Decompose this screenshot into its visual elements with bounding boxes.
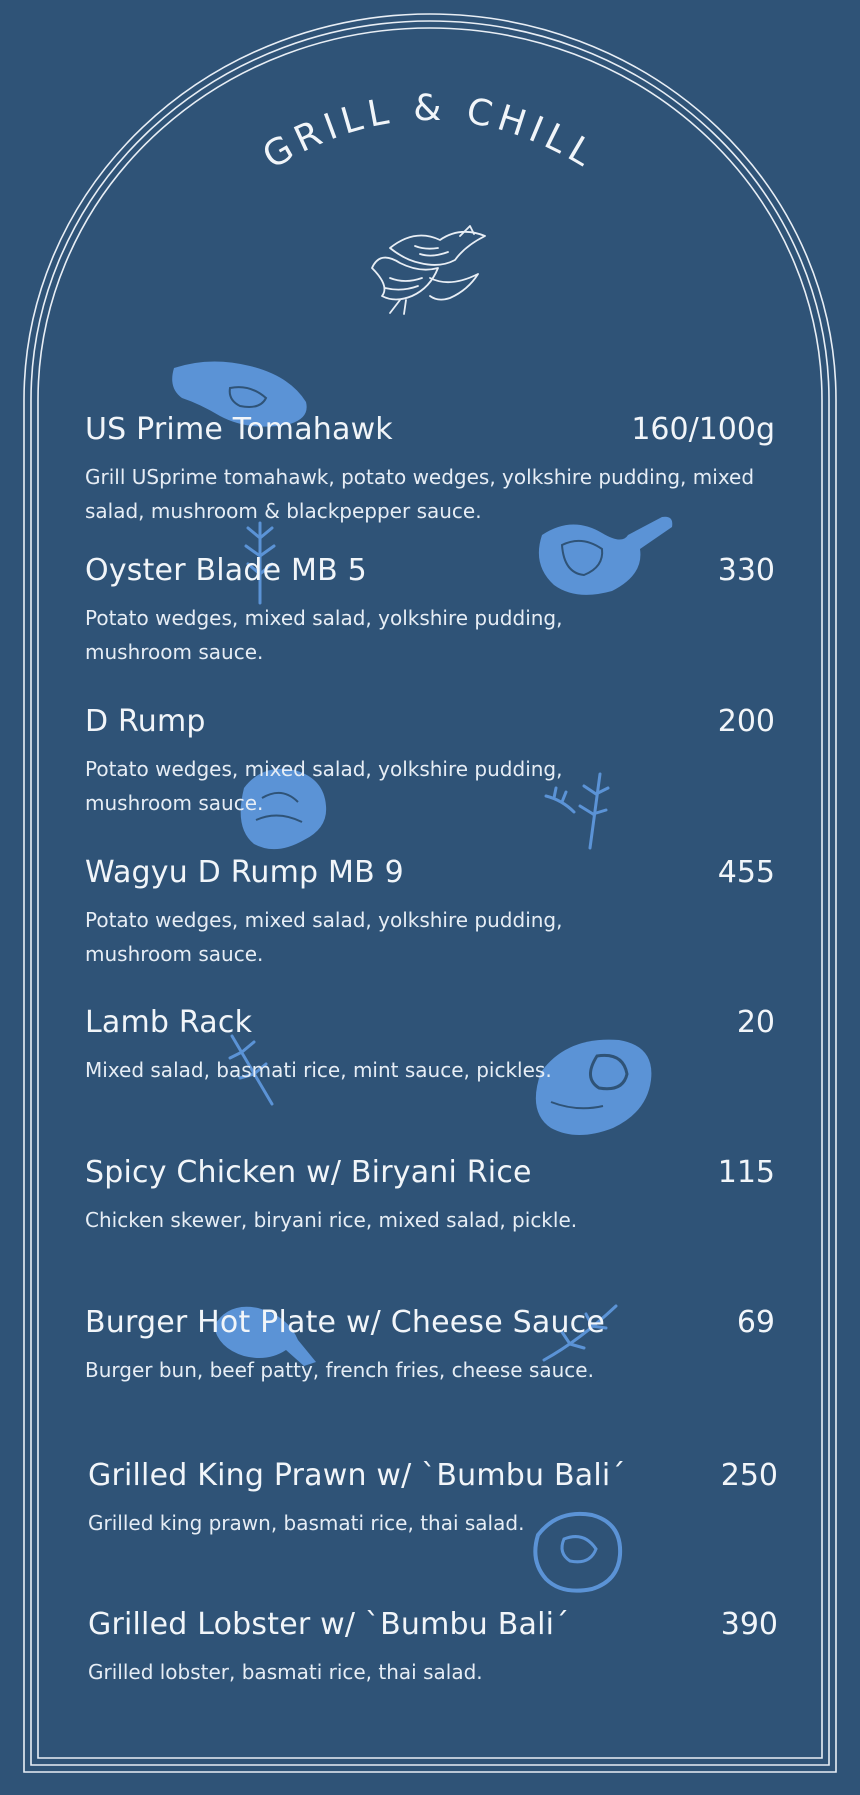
item-name: Grilled King Prawn w/ `Bumbu Bali´	[88, 1458, 626, 1493]
item-description: Chicken skewer, biryani rice, mixed sala…	[85, 1208, 578, 1232]
item-description: Grilled king prawn, basmati rice, thai s…	[88, 1511, 525, 1535]
birds-icon	[371, 225, 486, 315]
item-description: Potato wedges, mixed salad, yolkshire pu…	[85, 757, 563, 815]
item-price: 20	[736, 1005, 775, 1040]
item-name: D Rump	[85, 704, 206, 739]
item-description: Potato wedges, mixed salad, yolkshire pu…	[85, 606, 563, 664]
item-price: 115	[717, 1155, 775, 1190]
item-price: 250	[720, 1458, 778, 1493]
item-price: 390	[720, 1607, 778, 1642]
item-price: 69	[736, 1305, 775, 1340]
item-description: Burger bun, beef patty, french fries, ch…	[85, 1358, 594, 1382]
menu-title-text: GRILL & CHILL	[256, 88, 598, 177]
menu-title: GRILL & CHILL	[256, 88, 604, 177]
item-description: Grilled lobster, basmati rice, thai sala…	[88, 1660, 483, 1684]
item-name: Oyster Blade MB 5	[85, 553, 367, 588]
item-description: Grill USprime tomahawk, potato wedges, y…	[85, 465, 755, 523]
svg-text:GRILL & CHILL: GRILL & CHILL	[256, 88, 604, 177]
item-name: Wagyu D Rump MB 9	[85, 855, 404, 890]
meat-icon	[535, 1039, 652, 1135]
item-price: 160/100g	[631, 412, 775, 447]
item-name: Burger Hot Plate w/ Cheese Sauce	[85, 1305, 606, 1340]
item-description: Mixed salad, basmati rice, mint sauce, p…	[85, 1058, 552, 1082]
item-name: Spicy Chicken w/ Biryani Rice	[85, 1155, 532, 1190]
item-name: Lamb Rack	[85, 1005, 253, 1040]
item-name: US Prime Tomahawk	[85, 412, 393, 447]
item-price: 455	[717, 855, 775, 890]
item-name: Grilled Lobster w/ `Bumbu Bali´	[88, 1607, 570, 1642]
item-price: 200	[717, 704, 775, 739]
item-price: 330	[717, 553, 775, 588]
item-description: Potato wedges, mixed salad, yolkshire pu…	[85, 908, 563, 966]
